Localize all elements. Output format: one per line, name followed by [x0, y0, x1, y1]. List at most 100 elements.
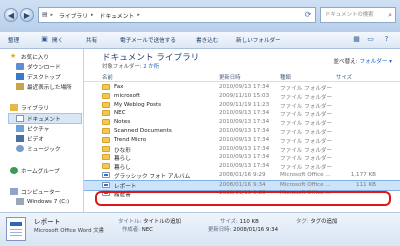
help-icon[interactable]: ? [382, 35, 391, 44]
refresh-icon[interactable]: ⟳ [303, 10, 313, 20]
file-type: ファイル フォルダー [280, 94, 333, 101]
sidebar-item-videos[interactable]: ビデオ [16, 134, 44, 143]
file-name: 履歴書 [114, 191, 131, 198]
details-label: 更新日時: [208, 227, 232, 233]
file-date: 2010/09/13 17:34 [219, 119, 270, 126]
folder-icon [102, 119, 110, 126]
column-header-name[interactable]: 名前 [102, 73, 113, 81]
file-row[interactable]: Notes 2010/09/13 17:34 ファイル フォルダー [84, 118, 400, 127]
videos-icon [16, 135, 24, 142]
folder-icon: ▤ [42, 12, 48, 18]
sidebar-item-label: コンピューター [21, 189, 61, 196]
breadcrumb-separator: ▸ [91, 12, 94, 18]
file-row[interactable]: ひな形 2010/09/13 17:34 ファイル フォルダー [84, 145, 400, 154]
details-modified: 更新日時: 2008/01/16 9:34 [208, 225, 278, 233]
organize-button[interactable]: 整理 [8, 36, 19, 44]
column-header-size[interactable]: サイズ [336, 73, 352, 81]
details-tag: タグ: タグの追加 [296, 217, 337, 225]
file-size: 111 KB [356, 181, 376, 188]
breadcrumb-documents[interactable]: ドキュメント [100, 11, 135, 20]
sidebar-item-homegroup[interactable]: ホームグループ [10, 166, 60, 175]
pictures-icon [16, 125, 24, 132]
column-header-type[interactable]: 種類 [280, 73, 291, 81]
file-row[interactable]: グラッシック フォト アルバム 2008/01/16 9:29 Microsoft … [84, 171, 400, 180]
file-row[interactable]: Scanned Documents 2010/09/13 17:34 ファイル フォ… [84, 127, 400, 136]
details-file-type: Microsoft Office Word 文書 [34, 228, 105, 234]
file-date: 2010/09/13 17:34 [219, 154, 270, 161]
details-value[interactable]: NEC [142, 227, 153, 233]
file-type: Microsoft Office ... [280, 181, 331, 188]
burn-button[interactable]: 書き込む [196, 36, 218, 44]
sidebar-item-music[interactable]: ミュージック [16, 144, 60, 153]
sidebar-item-label: デスクトップ [27, 74, 61, 81]
drive-icon [16, 198, 24, 205]
file-date: 2008/01/16 9:29 [219, 172, 266, 178]
library-locations-link[interactable]: 2 か所 [143, 64, 159, 70]
file-row[interactable]: microsoft 2009/11/10 15:03 ファイル フォルダー [84, 92, 400, 101]
file-type: ファイル フォルダー [280, 147, 333, 154]
sidebar-item-computer[interactable]: コンピューター [10, 187, 60, 196]
sidebar-item-libraries[interactable]: ライブラリ [10, 103, 49, 112]
details-label: 作成者: [122, 227, 140, 233]
navigation-pane: ★ お気に入り ダウンロード デスクトップ 最近表示した場所 ライブラリ ドキュ… [0, 49, 84, 212]
preview-pane-icon[interactable]: ▭ [366, 35, 375, 44]
arrange-by-dropdown[interactable]: フォルダー ▾ [359, 59, 392, 65]
sidebar-item-label: ライブラリ [21, 105, 49, 112]
sidebar-item-label: ミュージック [27, 146, 61, 153]
file-row[interactable]: 暮らし 2010/09/13 17:34 ファイル フォルダー [84, 162, 400, 171]
view-options-icon[interactable]: ▦ [352, 35, 361, 44]
command-bar: 整理 ▣ 開く 共有 電子メールで送信する 書き込む 新しいフォルダー ▦ ▭ … [0, 32, 400, 49]
back-arrow-icon[interactable]: ◀ [4, 8, 18, 22]
recent-places-icon [16, 83, 24, 90]
file-type: ファイル フォルダー [280, 112, 333, 119]
file-type: Microsoft Office ... [280, 172, 331, 178]
file-name: ひな形 [114, 147, 131, 154]
file-name: グラッシック フォト アルバム [114, 174, 191, 180]
sidebar-item-pictures[interactable]: ピクチャ [16, 124, 49, 133]
address-bar[interactable]: ▤ ▸ ライブラリ ▸ ドキュメント ▸ ⟳ [38, 7, 316, 23]
search-icon: ⌕ [388, 11, 392, 19]
column-header-date[interactable]: 更新日時 [219, 73, 241, 81]
sidebar-item-recent[interactable]: 最近表示した場所 [16, 82, 72, 91]
sidebar-item-label: 最近表示した場所 [27, 84, 72, 91]
word-document-icon [102, 181, 110, 188]
file-list-pane: ドキュメント ライブラリ 対象フォルダー: 2 か所 並べ替え: フォルダー ▾… [84, 49, 400, 212]
search-input[interactable]: ドキュメントの検索 ⌕ [320, 7, 396, 23]
file-row[interactable]: 暮らし 2010/09/13 17:34 ファイル フォルダー [84, 153, 400, 162]
details-pane: レポート Microsoft Office Word 文書 タイトル: タイトル… [0, 212, 400, 246]
breadcrumb-libraries[interactable]: ライブラリ [59, 11, 88, 20]
file-name: Scanned Documents [114, 128, 172, 134]
file-date: 2009/11/10 15:03 [219, 92, 270, 99]
forward-arrow-icon[interactable]: ▶ [20, 8, 34, 22]
library-icon [10, 104, 18, 111]
sidebar-item-label: ダウンロード [27, 64, 61, 71]
email-button[interactable]: 電子メールで送信する [120, 36, 176, 44]
file-name: Notes [114, 119, 131, 126]
file-row[interactable]: 履歴書 2008/01/16 9:29 Microsoft Office ... [84, 189, 400, 198]
file-date: 2010/09/13 17:34 [219, 84, 270, 90]
file-row[interactable]: Trend Micro 2010/09/13 17:34 ファイル フォルダー [84, 136, 400, 145]
sidebar-item-drive-c[interactable]: Windows 7 (C:) [16, 197, 69, 206]
sidebar-item-label: ドキュメント [27, 116, 61, 123]
file-name: microsoft [114, 92, 141, 99]
file-row[interactable]: Fax 2010/09/13 17:34 ファイル フォルダー [84, 83, 400, 92]
file-row[interactable]: My Weblog Posts 2009/11/19 11:23 ファイル フォルダ… [84, 101, 400, 110]
word-document-icon [6, 217, 26, 241]
downloads-folder-icon [16, 63, 24, 70]
file-type: ファイル フォルダー [280, 121, 333, 128]
sidebar-item-label: ホームグループ [21, 168, 60, 175]
folder-icon [102, 84, 110, 90]
share-button[interactable]: 共有 [86, 36, 97, 44]
file-row[interactable]: NEC 2010/09/13 17:34 ファイル フォルダー [84, 109, 400, 118]
sidebar-item-favorites[interactable]: ★ お気に入り [10, 52, 49, 61]
sidebar-item-downloads[interactable]: ダウンロード [16, 62, 61, 71]
open-button[interactable]: 開く [52, 36, 63, 44]
title-bar: ◀ ▶ ▤ ▸ ライブラリ ▸ ドキュメント ▸ ⟳ ドキュメントの検索 ⌕ [0, 0, 400, 32]
sidebar-item-documents[interactable]: ドキュメント [8, 113, 82, 124]
sidebar-item-desktop[interactable]: デスクトップ [16, 72, 61, 81]
details-value[interactable]: タグの追加 [310, 219, 337, 225]
new-folder-button[interactable]: 新しいフォルダー [236, 36, 281, 44]
folder-icon [102, 145, 110, 152]
sidebar-item-label: ビデオ [27, 136, 44, 143]
music-icon [16, 145, 24, 152]
